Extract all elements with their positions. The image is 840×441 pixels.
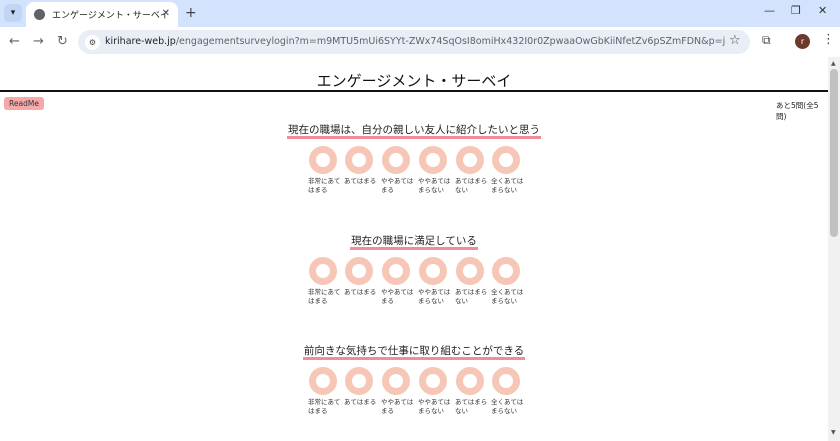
option-6[interactable]: 全くあてはまらない — [491, 257, 527, 306]
radio-ring[interactable] — [345, 146, 373, 174]
radio-ring[interactable] — [456, 146, 484, 174]
question-text: 前向きな気持ちで仕事に取り組むことができる — [0, 343, 828, 360]
question-text: 現在の職場は、自分の親しい友人に紹介したいと思う — [0, 122, 828, 139]
radio-ring[interactable] — [419, 367, 447, 395]
title-divider — [0, 90, 828, 92]
option-4[interactable]: ややあてはまらない — [418, 146, 454, 195]
remaining-count: あと5問(全5問) — [776, 101, 819, 121]
radio-ring[interactable] — [492, 367, 520, 395]
address-bar[interactable]: ⚙ kirihare-web.jp/engagementsurveylogin?… — [78, 30, 750, 54]
radio-ring[interactable] — [492, 146, 520, 174]
plus-icon[interactable]: + — [185, 5, 197, 21]
globe-icon — [34, 9, 45, 20]
tab-menu-icon[interactable]: ▾ — [4, 4, 22, 22]
radio-ring[interactable] — [456, 367, 484, 395]
tab-title: エンゲージメント・サーベイ — [52, 11, 169, 21]
radio-ring[interactable] — [492, 257, 520, 285]
page-content: エンゲージメント・サーベイ ReadMe あと5問(全5問) 現在の職場は、自分… — [0, 57, 828, 441]
question-text: 現在の職場に満足している — [0, 233, 828, 250]
restore-icon[interactable]: ❐ — [791, 4, 801, 17]
close-icon[interactable]: ✕ — [162, 8, 170, 19]
minimize-icon[interactable]: — — [764, 4, 775, 17]
readme-button[interactable]: ReadMe — [4, 97, 44, 110]
option-1[interactable]: 非常にあてはまる — [308, 146, 344, 195]
radio-ring[interactable] — [419, 146, 447, 174]
option-5[interactable]: あてはまらない — [455, 146, 491, 195]
option-1[interactable]: 非常にあてはまる — [308, 367, 344, 416]
reload-icon[interactable]: ↻ — [57, 34, 68, 49]
tab-bar: ▾ エンゲージメント・サーベイ ✕ + — ❐ ✕ — [0, 0, 840, 27]
option-4[interactable]: ややあてはまらない — [418, 367, 454, 416]
option-5[interactable]: あてはまらない — [455, 257, 491, 306]
browser-tab[interactable]: エンゲージメント・サーベイ ✕ — [26, 2, 178, 27]
option-3[interactable]: ややあてはまる — [381, 367, 417, 416]
option-5[interactable]: あてはまらない — [455, 367, 491, 416]
close-window-icon[interactable]: ✕ — [818, 4, 827, 17]
radio-ring[interactable] — [309, 146, 337, 174]
option-2[interactable]: あてはまる — [344, 367, 380, 407]
option-2[interactable]: あてはまる — [344, 146, 380, 186]
page-title: エンゲージメント・サーベイ — [316, 72, 512, 90]
option-1[interactable]: 非常にあてはまる — [308, 257, 344, 306]
radio-ring[interactable] — [456, 257, 484, 285]
option-2[interactable]: あてはまる — [344, 257, 380, 297]
radio-ring[interactable] — [309, 257, 337, 285]
radio-ring[interactable] — [345, 367, 373, 395]
star-icon[interactable]: ☆ — [729, 33, 741, 48]
scroll-down-icon[interactable]: ▼ — [831, 429, 836, 436]
option-3[interactable]: ややあてはまる — [381, 257, 417, 306]
extensions-icon[interactable]: ⧉ — [762, 33, 771, 48]
radio-ring[interactable] — [419, 257, 447, 285]
option-4[interactable]: ややあてはまらない — [418, 257, 454, 306]
scrollbar[interactable]: ▲ ▼ — [828, 57, 840, 441]
scrollbar-thumb[interactable] — [830, 69, 838, 237]
option-3[interactable]: ややあてはまる — [381, 146, 417, 195]
avatar[interactable]: r — [795, 34, 810, 49]
option-6[interactable]: 全くあてはまらない — [491, 367, 527, 416]
kebab-icon[interactable]: ⋮ — [822, 32, 835, 47]
forward-icon[interactable]: → — [33, 34, 44, 49]
radio-ring[interactable] — [382, 257, 410, 285]
radio-ring[interactable] — [345, 257, 373, 285]
back-icon[interactable]: ← — [9, 34, 20, 49]
radio-ring[interactable] — [382, 146, 410, 174]
radio-ring[interactable] — [382, 367, 410, 395]
option-6[interactable]: 全くあてはまらない — [491, 146, 527, 195]
browser-toolbar: ← → ↻ ⚙ kirihare-web.jp/engagementsurvey… — [0, 27, 840, 57]
site-info-icon[interactable]: ⚙ — [85, 35, 100, 50]
radio-ring[interactable] — [309, 367, 337, 395]
url-text[interactable]: kirihare-web.jp/engagementsurveylogin?m=… — [105, 36, 725, 47]
scroll-up-icon[interactable]: ▲ — [831, 60, 836, 67]
